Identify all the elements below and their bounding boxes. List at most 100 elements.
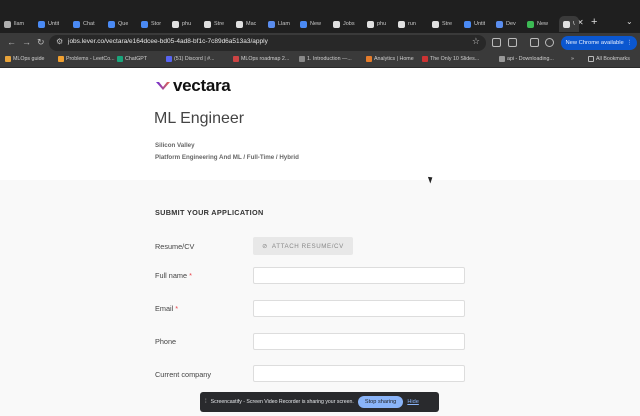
bookmark-item[interactable]: MLOps roadmap 2... [233, 56, 289, 62]
form-section-title: SUBMIT YOUR APPLICATION [155, 208, 264, 217]
tab-label: New [537, 21, 549, 27]
bookmark-favicon-icon [422, 56, 428, 62]
bookmark-item[interactable]: Problems - LeetCo... [58, 56, 115, 62]
paperclip-icon: ⊘ [262, 242, 268, 250]
update-chrome-button[interactable]: New Chrome available ⋮ [561, 36, 637, 50]
phone-input[interactable] [253, 333, 465, 350]
browser-tab[interactable]: Stor [141, 16, 161, 32]
bookmark-item[interactable]: MLOps guide [5, 56, 45, 62]
bookmarks-bar: » All Bookmarks MLOps guide Problems - Le… [0, 53, 640, 68]
bookmark-item[interactable]: The Only 10 Slides... [422, 56, 479, 62]
extension-icon[interactable] [492, 38, 501, 47]
tab-label: phu [377, 21, 387, 27]
address-bar[interactable]: ⚙ jobs.lever.co/vectara/e164dcee-bd05-4a… [49, 35, 486, 51]
current-company-label: Current company [155, 370, 211, 379]
screen-sharing-bar: ⁞ Screencastify - Screen Video Recorder … [200, 392, 439, 412]
tab-favicon-icon [496, 20, 503, 28]
side-panel-icon[interactable] [530, 38, 539, 47]
attach-resume-button[interactable]: ⊘ ATTACH RESUME/CV [253, 237, 353, 255]
browser-tab[interactable]: phu [172, 16, 191, 32]
all-bookmarks-button[interactable]: All Bookmarks [588, 56, 630, 62]
back-icon[interactable]: ← [7, 37, 16, 47]
tab-favicon-icon [4, 20, 11, 28]
bookmark-label: Analytics | Home [374, 56, 414, 62]
browser-tab[interactable]: Jobs [333, 16, 355, 32]
bookmark-favicon-icon [299, 56, 305, 62]
browser-tab[interactable]: run [398, 16, 416, 32]
browser-tab[interactable]: Untit [464, 16, 485, 32]
tab-label: Stre [442, 21, 453, 27]
browser-tab[interactable]: Chat [73, 16, 95, 32]
browser-toolbar: ← → ↻ ⚙ jobs.lever.co/vectara/e164dcee-b… [0, 33, 640, 53]
vectara-logo-mark-icon [156, 82, 170, 90]
email-input[interactable] [253, 300, 465, 317]
tab-favicon-icon [268, 20, 275, 28]
tab-favicon-icon [398, 20, 405, 28]
browser-tab[interactable]: phu [367, 16, 386, 32]
bookmark-item[interactable]: 1. Introduction —... [299, 56, 352, 62]
application-form-section: SUBMIT YOUR APPLICATION Resume/CV ⊘ ATTA… [0, 180, 640, 416]
tab-label: Untit [48, 21, 60, 27]
forward-icon[interactable]: → [22, 37, 31, 47]
site-info-icon[interactable]: ⚙ [56, 37, 63, 46]
bookmark-favicon-icon [499, 56, 505, 62]
browser-tab[interactable]: Untit [38, 16, 59, 32]
tab-label: llam [14, 21, 25, 27]
bookmark-item[interactable]: (51) Discord | #... [166, 56, 215, 62]
url-text[interactable]: jobs.lever.co/vectara/e164dcee-bd05-4ad8… [68, 38, 268, 45]
bookmark-item[interactable]: Analytics | Home [366, 56, 414, 62]
tab-favicon-icon [367, 20, 374, 28]
tab-favicon-icon [172, 20, 179, 28]
tab-favicon-icon [300, 20, 307, 28]
browser-tab[interactable]: Dev [496, 16, 516, 32]
browser-tab[interactable]: Stre [204, 16, 224, 32]
tab-label: Stre [214, 21, 225, 27]
bookmark-label: MLOps guide [13, 56, 45, 62]
tab-favicon-icon [236, 20, 243, 28]
browser-tab[interactable]: \ [559, 16, 579, 32]
tab-search-icon[interactable]: ⌄ [626, 17, 633, 26]
full-name-input[interactable] [253, 267, 465, 284]
current-company-input[interactable] [253, 365, 465, 382]
tab-favicon-icon [73, 20, 80, 28]
bookmark-item[interactable]: api - Downloading... [499, 56, 554, 62]
all-bookmarks-label: All Bookmarks [596, 56, 630, 62]
tab-label: Untit [474, 21, 486, 27]
browser-tab[interactable]: Stre [432, 16, 452, 32]
bookmark-star-icon[interactable]: ☆ [472, 36, 480, 47]
new-tab-icon[interactable]: + [591, 16, 597, 28]
hide-button[interactable]: Hide [407, 399, 419, 405]
tab-label: Que [118, 21, 129, 27]
job-meta: Platform Engineering And ML / Full-Time … [155, 154, 299, 161]
tab-favicon-icon [108, 20, 115, 28]
tab-label: Chat [83, 21, 95, 27]
update-label: New Chrome available [565, 40, 624, 46]
bookmark-item[interactable]: ChatGPT [117, 56, 147, 62]
folder-icon [588, 56, 594, 62]
bookmark-favicon-icon [166, 56, 172, 62]
stop-sharing-button[interactable]: Stop sharing [357, 396, 404, 408]
required-asterisk: * [175, 304, 179, 313]
browser-tab[interactable]: New [527, 16, 548, 32]
bookmark-label: api - Downloading... [507, 56, 554, 62]
browser-tab[interactable]: Que [108, 16, 128, 32]
bookmark-label: The Only 10 Slides... [430, 56, 480, 62]
puzzle-icon[interactable] [508, 38, 517, 47]
tab-label: Mac [246, 21, 257, 27]
browser-tab[interactable]: Mac [236, 16, 256, 32]
browser-tab[interactable]: Llam [268, 16, 290, 32]
drag-handle-icon[interactable]: ⁞ [205, 399, 207, 405]
tab-favicon-icon [333, 20, 340, 28]
browser-tab[interactable]: llam [4, 16, 24, 32]
browser-tab[interactable]: New [300, 16, 321, 32]
job-location: Silicon Valley [155, 142, 195, 149]
profile-icon[interactable] [545, 38, 554, 47]
phone-label: Phone [155, 337, 177, 346]
tab-favicon-icon [527, 20, 534, 28]
bookmarks-overflow-icon[interactable]: » [571, 56, 574, 62]
company-logo[interactable]: vectara [156, 76, 231, 96]
bookmark-label: ChatGPT [125, 56, 148, 62]
browser-tab-strip: ✕ + ⌄ llam Untit Chat Que Stor phu Stre Mac Llam… [0, 0, 640, 33]
tab-label: Jobs [343, 21, 355, 27]
reload-icon[interactable]: ↻ [37, 37, 45, 48]
